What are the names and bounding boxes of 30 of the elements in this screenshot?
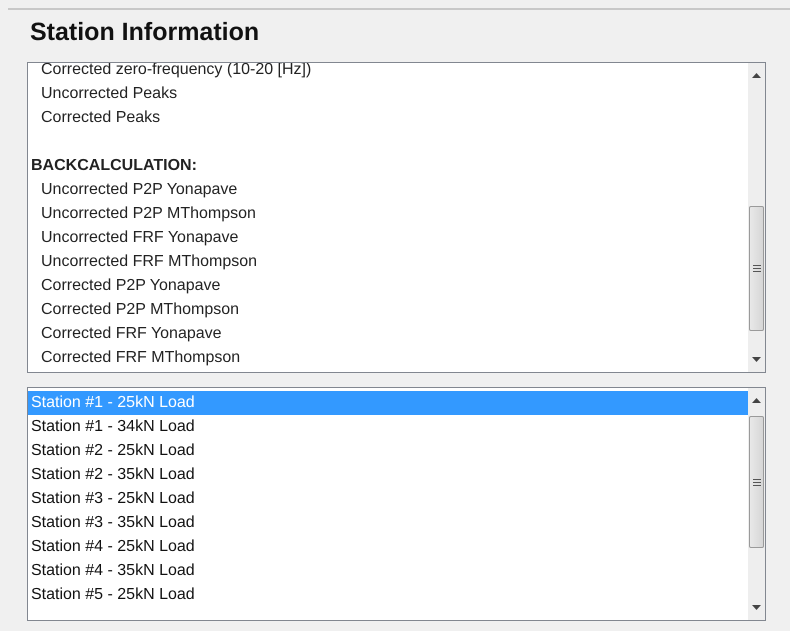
station-item[interactable]: Station #1 - 34kN Load	[28, 415, 748, 439]
station-listbox[interactable]	[27, 387, 766, 621]
station-item[interactable]: Station #5 - 25kN Load	[28, 583, 748, 607]
station-item[interactable]: Station #3 - 35kN Load	[28, 511, 748, 535]
scrollbar-thumb[interactable]	[749, 206, 764, 331]
list-item[interactable]: Uncorrected FRF Yonapave	[28, 226, 748, 250]
list-item[interactable]: Uncorrected P2P Yonapave	[28, 178, 748, 202]
station-item[interactable]: Station #3 - 25kN Load	[28, 487, 748, 511]
scroll-down-arrow-icon[interactable]	[752, 605, 761, 610]
station-item[interactable]: Station #2 - 35kN Load	[28, 463, 748, 487]
scrollbar-thumb[interactable]	[749, 416, 764, 548]
station-item[interactable]: Station #2 - 25kN Load	[28, 439, 748, 463]
list-item[interactable]: Corrected FRF MThompson	[28, 346, 748, 370]
grip-icon	[752, 265, 760, 272]
list-item[interactable]: Corrected Peaks	[28, 106, 748, 130]
list-item[interactable]: Uncorrected Peaks	[28, 82, 748, 106]
scroll-down-arrow-icon[interactable]	[752, 357, 761, 362]
section-header: BACKCALCULATION:	[30, 156, 198, 176]
scroll-up-arrow-icon[interactable]	[752, 73, 761, 78]
scroll-up-arrow-icon[interactable]	[752, 398, 761, 403]
output-listbox[interactable]	[27, 62, 766, 373]
list-item[interactable]: Corrected P2P Yonapave	[28, 274, 748, 298]
grip-icon	[752, 478, 760, 486]
station-item[interactable]: Station #4 - 25kN Load	[28, 535, 748, 559]
list-item[interactable]: Corrected FRF Yonapave	[28, 322, 748, 346]
list-item[interactable]: Corrected P2P MThompson	[28, 298, 748, 322]
list-item[interactable]: Uncorrected P2P MThompson	[28, 202, 748, 226]
list-item[interactable]: Uncorrected FRF MThompson	[28, 250, 748, 274]
station-item[interactable]: Station #4 - 35kN Load	[28, 559, 748, 583]
section-title: Station Information	[30, 17, 260, 48]
